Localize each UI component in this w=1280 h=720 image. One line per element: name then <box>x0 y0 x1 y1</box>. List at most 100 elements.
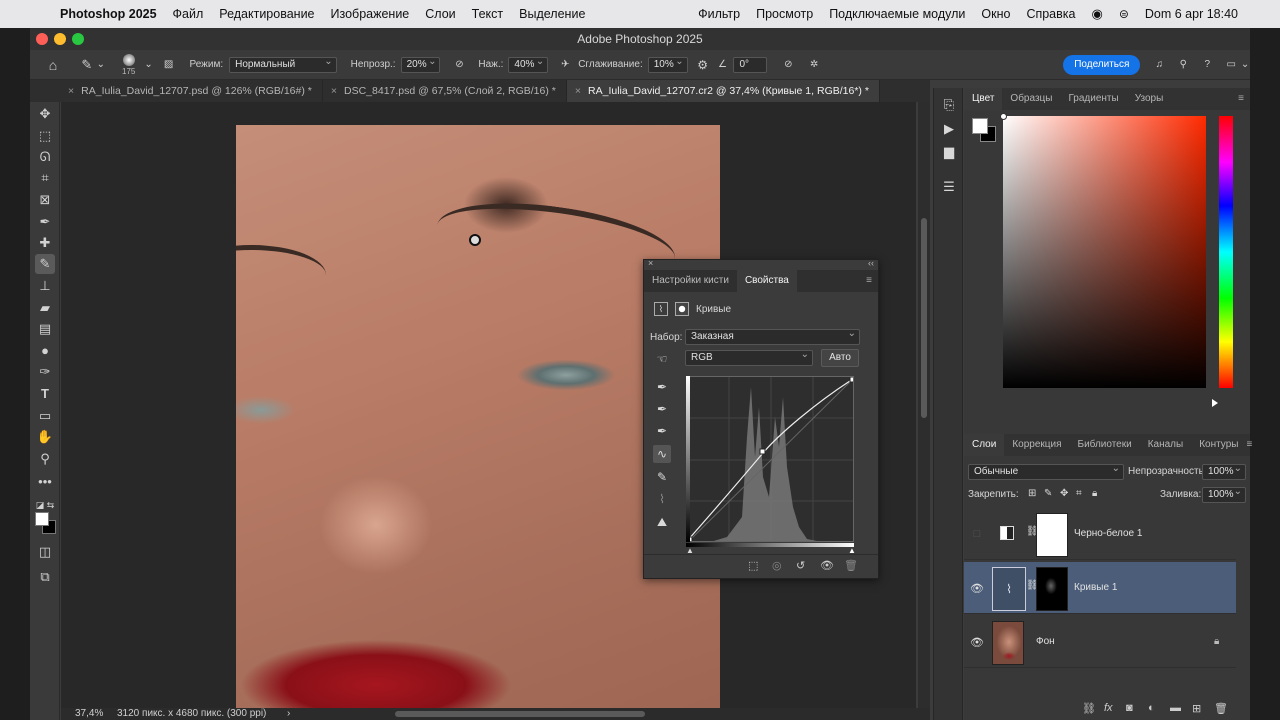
menu-select[interactable]: Выделение <box>511 7 593 21</box>
brush-settings-icon[interactable]: ▨ <box>160 59 178 70</box>
clipping-warning-icon[interactable]: ⛰ <box>653 513 671 531</box>
pressure-opacity-icon[interactable]: ⊘ <box>450 59 468 70</box>
comments-icon[interactable]: ▆ <box>940 143 958 161</box>
layer-row[interactable]: 👁︎ Фон 🔒︎ <box>964 616 1236 668</box>
hue-slider-handle-icon[interactable] <box>1212 399 1218 407</box>
eye-icon[interactable]: 👁︎ <box>820 559 834 572</box>
foreground-color-swatch[interactable] <box>35 512 49 526</box>
tab-paths[interactable]: Контуры <box>1191 434 1246 456</box>
lasso-tool-icon[interactable]: ᘏ <box>35 147 55 167</box>
quick-mask-icon[interactable]: ◫ <box>35 542 55 562</box>
lock-brush-icon[interactable]: ✎ <box>1044 488 1052 499</box>
smooth-curve-icon[interactable]: ⌇ <box>653 490 671 508</box>
document-tab-active[interactable]: × RA_Iulia_David_12707.cr2 @ 37,4% (Кривы… <box>566 80 880 102</box>
layer-name[interactable]: Черно-белое 1 <box>1074 528 1142 539</box>
angle-field[interactable]: 0° <box>733 56 768 73</box>
tab-libraries[interactable]: Библиотеки <box>1070 434 1140 456</box>
eyedropper-tool-icon[interactable]: ✒ <box>35 212 55 232</box>
chevron-down-icon[interactable]: ⌄ <box>144 59 154 70</box>
reset-icon[interactable]: ↺ <box>796 559 805 572</box>
layer-effects-icon[interactable]: fx <box>1104 702 1113 714</box>
menu-type[interactable]: Текст <box>464 7 511 21</box>
menu-image[interactable]: Изображение <box>323 7 418 21</box>
mask-icon[interactable] <box>675 302 689 316</box>
vertical-scroll-thumb[interactable] <box>921 218 927 418</box>
channel-select[interactable]: RGB <box>685 348 813 366</box>
move-tool-icon[interactable]: ✥ <box>35 104 55 124</box>
close-icon[interactable]: × <box>331 85 337 97</box>
layer-mask-thumbnail[interactable] <box>1036 513 1068 557</box>
tab-channels[interactable]: Каналы <box>1140 434 1192 456</box>
menu-filter[interactable]: Фильтр <box>690 7 748 21</box>
blend-mode-select[interactable]: Обычные <box>968 462 1124 480</box>
layer-thumbnail[interactable] <box>992 621 1024 665</box>
crop-tool-icon[interactable]: ⌗ <box>35 168 55 188</box>
view-previous-icon[interactable]: ◎ <box>772 559 782 572</box>
screen-mode-icon[interactable]: ⧉ <box>35 567 55 587</box>
zoom-tool-icon[interactable]: ⚲ <box>35 449 55 469</box>
new-group-icon[interactable]: ▬ <box>1170 702 1181 714</box>
menu-help[interactable]: Справка <box>1018 7 1083 21</box>
brush-tool-icon[interactable]: ✎ <box>78 57 96 73</box>
gear-icon[interactable]: ⚙ <box>694 58 712 72</box>
lock-pixels-icon[interactable]: ⊞ <box>1028 488 1036 499</box>
share-button[interactable]: Поделиться <box>1063 54 1141 75</box>
clip-to-layer-icon[interactable]: ⬚ <box>748 559 758 572</box>
curves-adjustment-thumbnail[interactable]: ⌇ <box>992 567 1026 611</box>
eraser-tool-icon[interactable]: ▰ <box>35 298 55 318</box>
panel-menu-icon[interactable]: ≡ <box>866 270 878 292</box>
opacity-field[interactable]: 20% <box>400 55 441 73</box>
frame-tool-icon[interactable]: ⊠ <box>35 190 55 210</box>
chevron-right-icon[interactable]: › <box>287 708 290 720</box>
healing-brush-tool-icon[interactable]: ✚ <box>35 233 55 253</box>
tab-adjustments[interactable]: Коррекция <box>1004 434 1069 456</box>
hue-slider[interactable] <box>1219 116 1233 388</box>
brush-preset-picker[interactable]: 175 <box>114 52 144 78</box>
chevron-down-icon[interactable]: ⌄ <box>1240 59 1250 70</box>
angle-icon[interactable]: ∠ <box>716 59 730 70</box>
tab-properties[interactable]: Свойства <box>736 270 797 292</box>
auto-button[interactable]: Авто <box>821 349 859 367</box>
tab-swatches[interactable]: Образцы <box>1002 88 1060 110</box>
stamp-tool-icon[interactable]: ⊥ <box>35 276 55 296</box>
hand-tool-icon[interactable]: ✋ <box>35 427 55 447</box>
preset-select[interactable]: Заказная <box>685 327 860 345</box>
gradient-tool-icon[interactable]: ▤ <box>35 319 55 339</box>
panel-menu-icon[interactable]: ≡ <box>1238 88 1250 110</box>
layer-name[interactable]: Кривые 1 <box>1074 582 1117 593</box>
add-mask-icon[interactable]: ◙ <box>1126 702 1133 714</box>
menu-edit[interactable]: Редактирование <box>211 7 322 21</box>
close-window-button[interactable] <box>36 33 48 45</box>
lock-all-icon[interactable]: 🔒︎ <box>1092 488 1097 499</box>
bell-icon[interactable]: ♫ <box>1150 59 1168 70</box>
help-icon[interactable]: ? <box>1198 59 1216 70</box>
trash-icon[interactable]: 🗑︎ <box>844 559 858 572</box>
layer-mask-thumbnail[interactable] <box>1036 567 1068 611</box>
airbrush-icon[interactable]: ✈ <box>556 59 574 70</box>
new-layer-icon[interactable]: ⊞ <box>1192 702 1201 715</box>
visibility-toggle-off[interactable]: □ <box>969 528 985 540</box>
history-icon[interactable]: ⎘ <box>940 96 958 114</box>
zoom-window-button[interactable] <box>72 33 84 45</box>
curve-points-icon[interactable]: ∿ <box>653 445 671 463</box>
lock-artboard-icon[interactable]: ⌗ <box>1076 488 1082 499</box>
tab-color[interactable]: Цвет <box>964 88 1003 110</box>
layer-name[interactable]: Фон <box>1036 636 1055 647</box>
menu-plugins[interactable]: Подключаемые модули <box>821 7 973 21</box>
pressure-field[interactable]: 40% <box>508 55 549 73</box>
link-layers-icon[interactable]: ⛓ <box>1082 702 1096 715</box>
blur-tool-icon[interactable]: ● <box>35 341 55 361</box>
black-point-eyedropper-icon[interactable]: ✒ <box>653 378 671 396</box>
type-tool-icon[interactable]: T <box>35 384 55 404</box>
menu-file[interactable]: Файл <box>165 7 212 21</box>
eye-icon[interactable]: 👁︎ <box>969 636 985 649</box>
close-icon[interactable]: × <box>68 85 74 97</box>
menu-window[interactable]: Окно <box>973 7 1018 21</box>
lock-position-icon[interactable]: ✥ <box>1060 488 1068 499</box>
color-picker-field[interactable] <box>1003 116 1206 388</box>
home-icon[interactable]: ⌂ <box>42 57 64 73</box>
menubar-clock[interactable]: Dom 6 apr 18:40 <box>1137 7 1280 21</box>
tab-brush-settings[interactable]: Настройки кисти <box>644 270 737 292</box>
chevron-down-icon[interactable]: ⌄ <box>96 59 106 70</box>
tab-gradients[interactable]: Градиенты <box>1060 88 1126 110</box>
